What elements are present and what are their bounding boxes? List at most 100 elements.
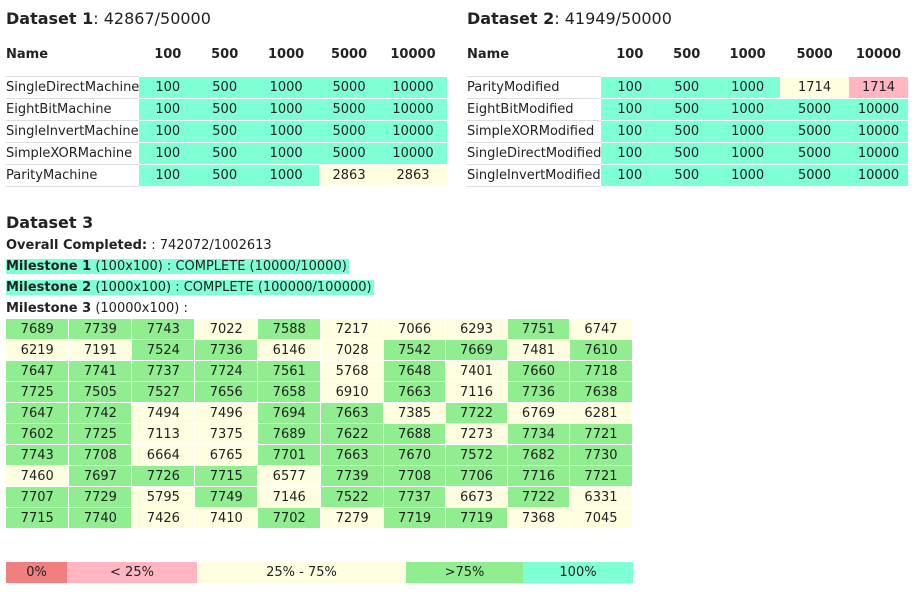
value-cell: 1000: [253, 76, 320, 99]
value-cell: 500: [196, 76, 254, 99]
grid-cell: 7045: [569, 507, 634, 529]
value-cell: 10000: [849, 98, 908, 121]
grid-cell: 7737: [131, 360, 196, 382]
grid-cell: 5795: [131, 486, 196, 508]
grid-cell: 7688: [383, 423, 447, 445]
milestone-1-text: (100x100) : COMPLETE (10000/10000): [91, 259, 347, 274]
row-name: SingleDirectMachine: [6, 76, 140, 99]
value-cell: 500: [658, 76, 716, 99]
row-name: SingleInvertModified: [467, 164, 602, 187]
grid-cell: 7740: [68, 507, 133, 529]
grid-cell: 7708: [383, 465, 447, 487]
grid-cell: 6673: [445, 486, 508, 508]
grid-cell: 7663: [320, 402, 385, 424]
grid-row: 7707 7729 5795 7749 7146 7522 7737 6673 7722 6331: [6, 486, 634, 508]
value-cell: 100: [139, 98, 197, 121]
value-cell: 10000: [849, 164, 908, 187]
grid-cell: 7708: [68, 444, 133, 466]
grid-cell: 7426: [131, 507, 196, 529]
dataset1-title: Dataset 1: 42867/50000: [6, 9, 211, 28]
column-header: 5000: [330, 46, 368, 62]
value-cell: 100: [601, 76, 659, 99]
grid-cell: 7716: [507, 465, 570, 487]
grid-cell: 7722: [445, 402, 508, 424]
grid-cell: 7656: [194, 381, 259, 403]
grid-cell: 5768: [320, 360, 385, 382]
table-header-row: Name 100 500 1000 5000 10000: [467, 42, 908, 66]
grid-cell: 7588: [257, 319, 322, 340]
value-cell: 2863: [379, 164, 447, 187]
grid-cell: 7410: [194, 507, 259, 529]
milestone-3: Milestone 3 (10000x100) :: [6, 300, 188, 318]
grid-cell: 7670: [383, 444, 447, 466]
row-name: SimpleXORMachine: [6, 142, 140, 165]
grid-cell: 6281: [569, 402, 634, 424]
dataset3-title: Dataset 3: [6, 213, 93, 232]
value-cell: 10000: [379, 142, 447, 165]
value-cell: 1714: [849, 76, 908, 99]
grid-cell: 7706: [445, 465, 508, 487]
grid-cell: 7542: [383, 339, 447, 361]
row-name: EightBitMachine: [6, 98, 140, 121]
legend-item-mid: 25% - 75%: [197, 562, 406, 583]
milestone-2-label: Milestone 2: [6, 280, 92, 295]
legend-item-zero: 0%: [6, 562, 67, 583]
column-header: Name: [6, 46, 49, 62]
grid-cell: 7725: [68, 423, 133, 445]
grid-cell: 6664: [131, 444, 196, 466]
grid-cell: 7066: [383, 319, 447, 340]
grid-cell: 7729: [68, 486, 133, 508]
milestone-2: Milestone 2 (1000x100) : COMPLETE (10000…: [6, 279, 374, 297]
grid-cell: 6769: [507, 402, 570, 424]
dataset2-title-label: Dataset 2: [467, 9, 555, 28]
value-cell: 5000: [780, 164, 849, 187]
grid-row: 7647 7742 7494 7496 7694 7663 7385 7722 6769 6281: [6, 402, 634, 424]
grid-cell: 7721: [569, 423, 634, 445]
grid-row: 7715 7740 7426 7410 7702 7279 7719 7719 7368 7045: [6, 507, 634, 529]
grid-cell: 7701: [257, 444, 322, 466]
value-cell: 10000: [379, 98, 447, 121]
table-spacer: [467, 66, 908, 77]
grid-cell: 7694: [257, 402, 322, 424]
grid-cell: 7721: [569, 465, 634, 487]
value-cell: 100: [601, 98, 659, 121]
value-cell: 1000: [715, 76, 781, 99]
grid-cell: 7741: [68, 360, 133, 382]
value-cell: 100: [139, 76, 197, 99]
table-header-row: Name 100 500 1000 5000 10000: [6, 42, 447, 66]
value-cell: 5000: [780, 120, 849, 143]
grid-cell: 7385: [383, 402, 447, 424]
value-cell: 1000: [253, 164, 320, 187]
grid-cell: 7719: [445, 507, 508, 529]
overall-label: Overall Completed:: [6, 238, 148, 253]
row-name: ParityMachine: [6, 164, 140, 187]
value-cell: 100: [601, 164, 659, 187]
dataset1-table: Name 100 500 1000 5000 10000 SingleDirec…: [6, 42, 447, 187]
grid-cell: 7217: [320, 319, 385, 340]
table-row: SingleDirectModified 100 500 1000 5000 10000: [467, 142, 908, 165]
milestone-3-text: (10000x100) :: [91, 301, 188, 316]
value-cell: 500: [658, 164, 716, 187]
grid-cell: 7715: [6, 507, 70, 529]
grid-cell: 7375: [194, 423, 259, 445]
grid-row: 7743 7708 6664 6765 7701 7663 7670 7572 7682 7730: [6, 444, 634, 466]
value-cell: 10000: [379, 76, 447, 99]
grid-cell: 7028: [320, 339, 385, 361]
value-cell: 100: [601, 120, 659, 143]
grid-cell: 7022: [194, 319, 259, 340]
grid-cell: 7743: [6, 444, 70, 466]
grid-cell: 7368: [507, 507, 570, 529]
grid-cell: 7719: [383, 507, 447, 529]
grid-cell: 7726: [131, 465, 196, 487]
grid-cell: 6765: [194, 444, 259, 466]
grid-cell: 7279: [320, 507, 385, 529]
grid-cell: 7751: [507, 319, 570, 340]
grid-cell: 7524: [131, 339, 196, 361]
value-cell: 1000: [253, 120, 320, 143]
value-cell: 5000: [319, 76, 380, 99]
value-cell: 5000: [319, 142, 380, 165]
grid-cell: 7505: [68, 381, 133, 403]
grid-cell: 7561: [257, 360, 322, 382]
overall-value: : 742072/1002613: [147, 238, 272, 253]
dataset1-title-label: Dataset 1: [6, 9, 94, 28]
